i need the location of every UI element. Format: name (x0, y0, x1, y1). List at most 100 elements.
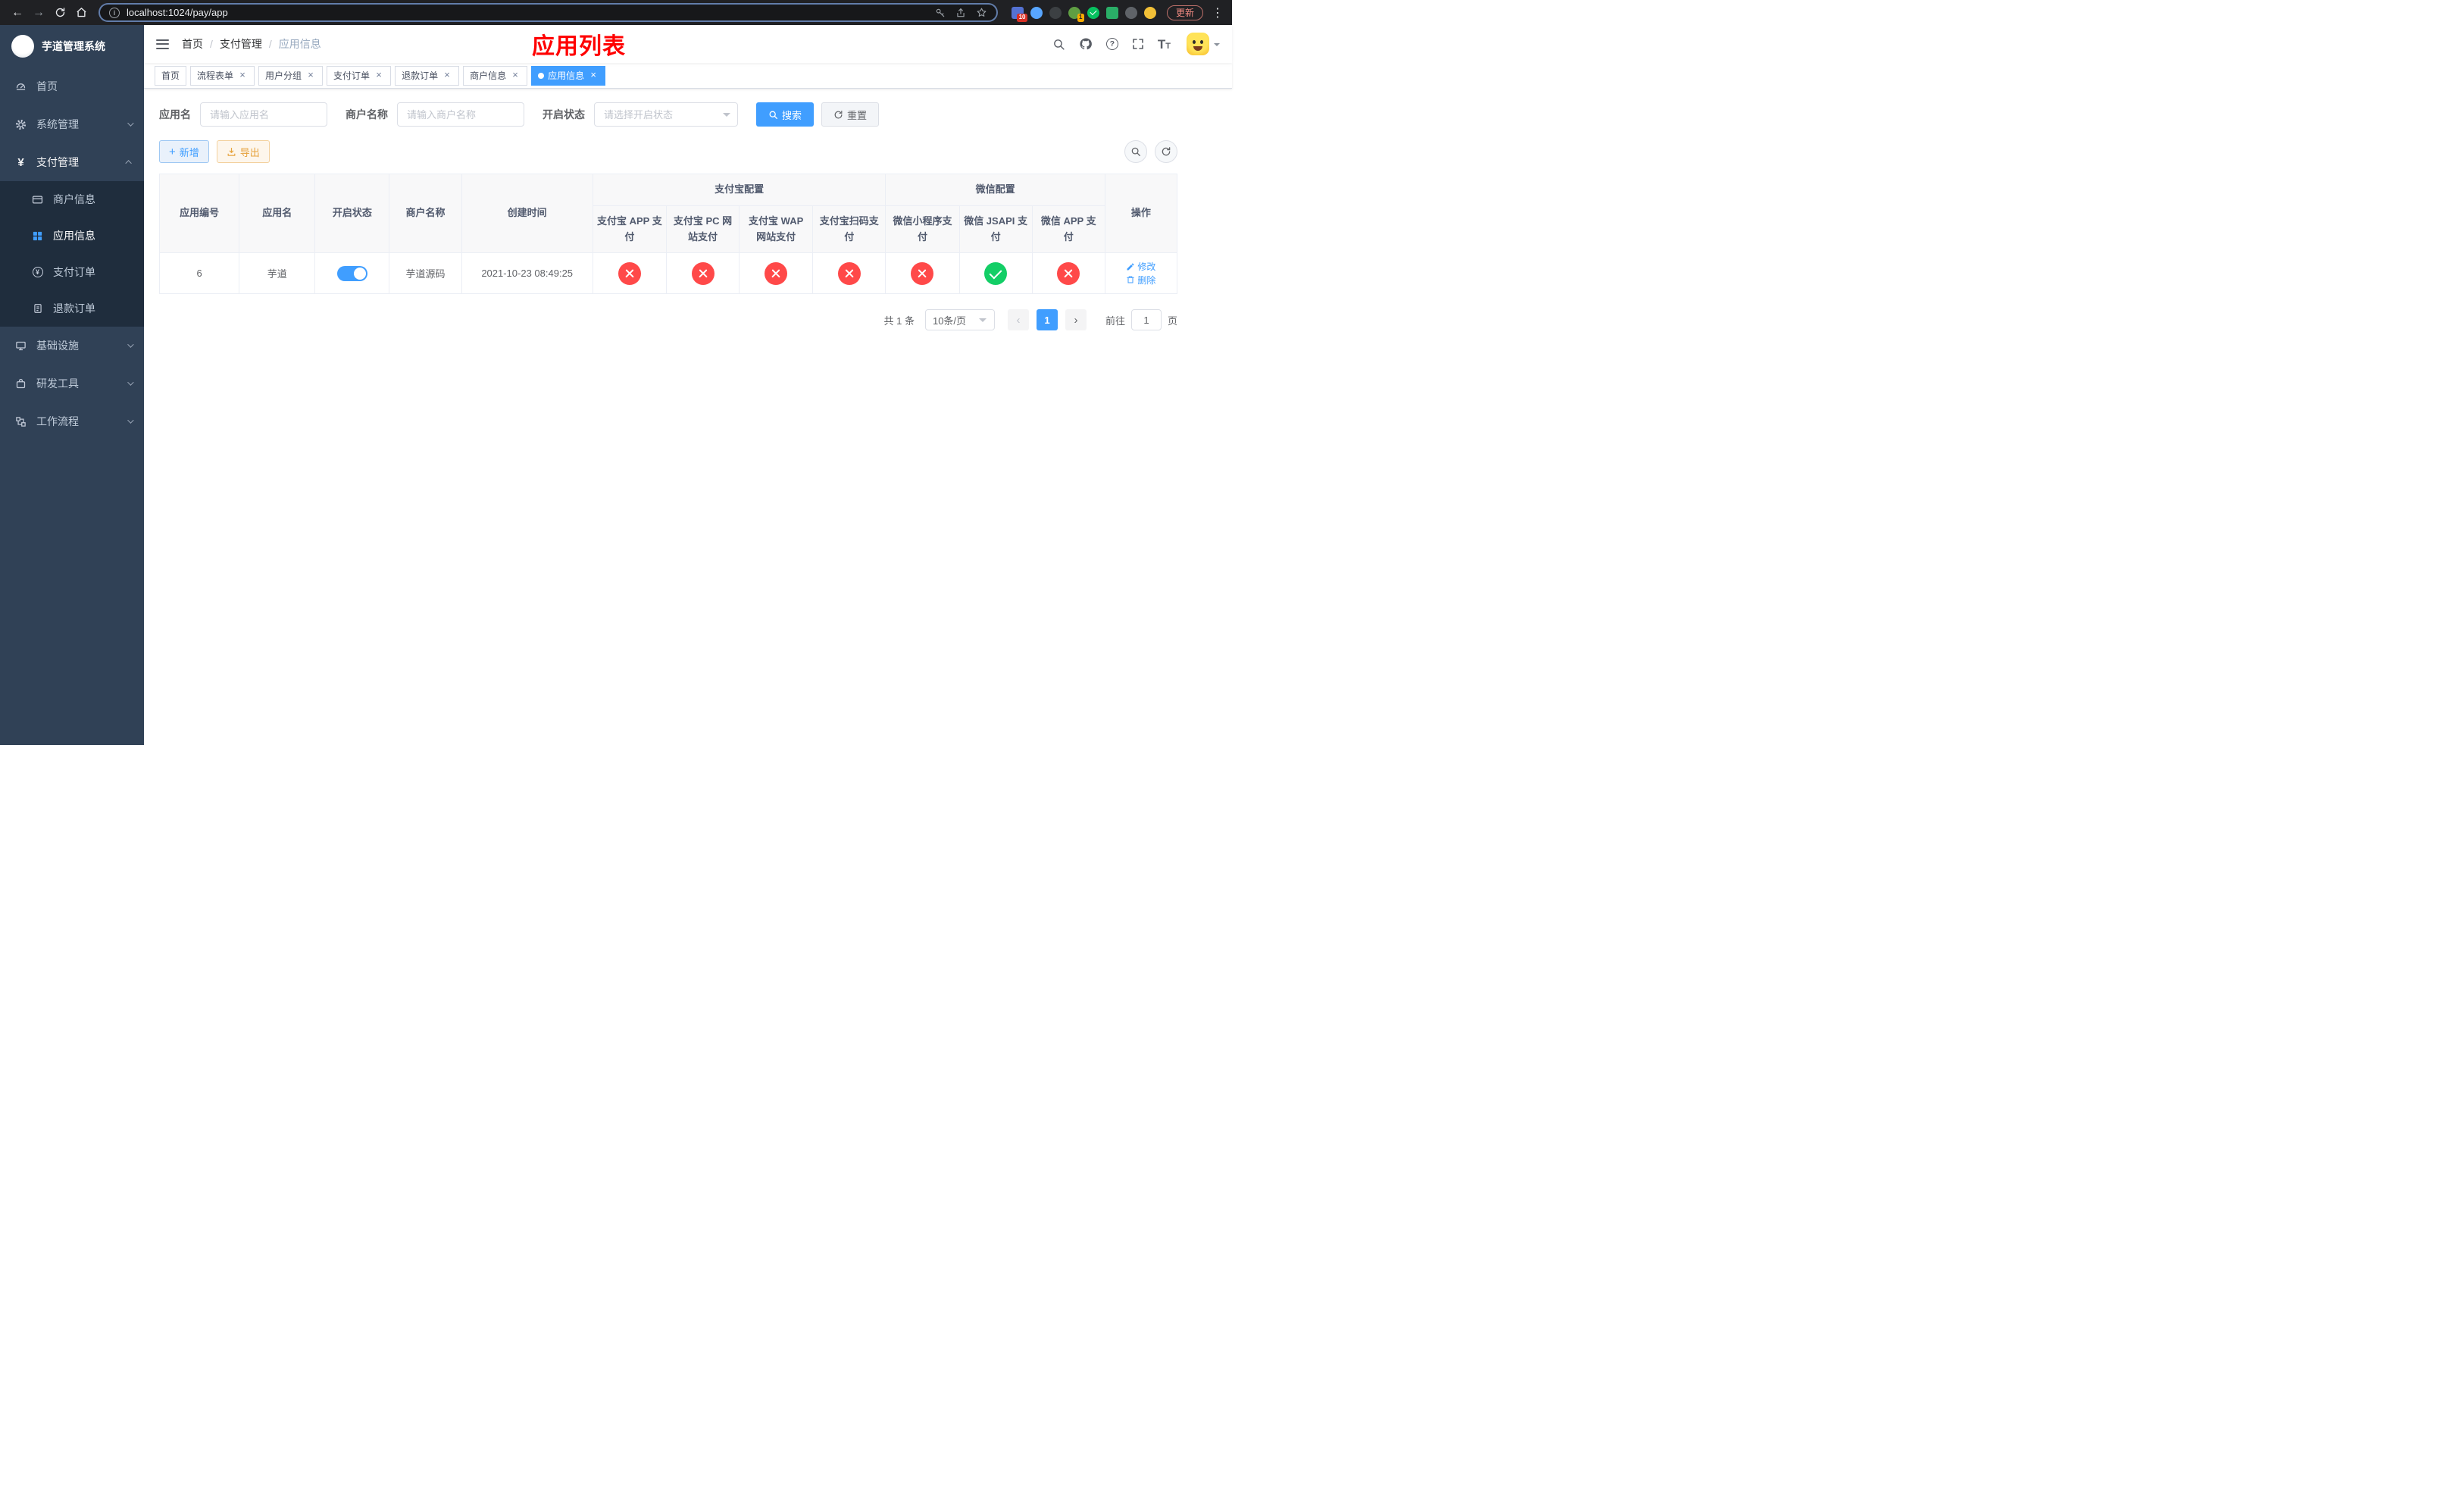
close-icon[interactable]: × (510, 70, 521, 81)
toolbox-icon (14, 378, 27, 390)
chevron-down-icon (127, 379, 134, 386)
tab-refund-orders[interactable]: 退款订单 × (395, 65, 460, 86)
add-button[interactable]: + 新增 (159, 140, 209, 163)
sidebar-item-dev-tools[interactable]: 研发工具 (0, 365, 144, 402)
col-wx-app: 微信 APP 支付 (1031, 205, 1105, 253)
browser-menu-icon[interactable]: ⋮ (1211, 5, 1224, 20)
bookmark-star-icon[interactable] (976, 7, 987, 18)
help-icon[interactable]: ? (1099, 38, 1125, 50)
user-avatar (1187, 33, 1209, 55)
tab-home[interactable]: 首页 (155, 65, 187, 86)
browser-back-button[interactable]: ← (8, 3, 27, 23)
sidebar-item-refund-orders[interactable]: 退款订单 (0, 290, 144, 327)
status-toggle[interactable] (336, 265, 367, 281)
home-icon (76, 8, 86, 17)
tab-pay-orders[interactable]: 支付订单 × (327, 65, 392, 86)
document-icon (31, 303, 44, 314)
pagination: 共 1 条 10条/页 ‹ 1 › 前往 页 (159, 309, 1177, 330)
extension-icon-7[interactable] (1124, 6, 1137, 19)
status-select[interactable] (594, 102, 738, 127)
credit-card-icon (31, 194, 44, 205)
close-icon[interactable]: × (588, 70, 599, 81)
col-created: 创建时间 (461, 174, 593, 253)
edit-button[interactable]: 修改 (1126, 260, 1155, 273)
workflow-icon (14, 416, 27, 427)
sidebar-item-app-info[interactable]: 应用信息 (0, 218, 144, 254)
extension-icon-6[interactable] (1105, 6, 1118, 19)
header-search-icon[interactable] (1046, 38, 1072, 51)
reset-button[interactable]: 重置 (821, 102, 880, 127)
tab-process-form[interactable]: 流程表单 × (190, 65, 255, 86)
user-menu[interactable] (1177, 33, 1223, 55)
table-row: 6 芋道 芋道源码 2021-10-23 08:49:25 修改 删除 (158, 252, 1178, 294)
alipay-app-status-icon (618, 261, 641, 285)
toggle-search-button[interactable] (1124, 140, 1147, 163)
sidebar-item-merchant-info[interactable]: 商户信息 (0, 181, 144, 218)
page-number-1[interactable]: 1 (1036, 309, 1058, 330)
extension-icon-1[interactable]: 10 (1011, 6, 1027, 22)
extension-icon-3[interactable] (1049, 6, 1062, 19)
tab-merchant-info[interactable]: 商户信息 × (463, 65, 528, 86)
delete-button[interactable]: 删除 (1126, 274, 1155, 286)
app-name-label: 应用名 (159, 108, 191, 121)
prev-page-button[interactable]: ‹ (1007, 309, 1029, 330)
extension-icon-5[interactable] (1087, 6, 1099, 19)
url-text[interactable]: localhost:1024/pay/app (127, 7, 928, 18)
status-label: 开启状态 (543, 108, 585, 121)
export-button[interactable]: 导出 (216, 140, 270, 163)
share-icon[interactable] (955, 8, 966, 18)
breadcrumb-payment[interactable]: 支付管理 (220, 36, 262, 52)
browser-forward-button[interactable]: → (29, 3, 48, 23)
plus-icon: + (169, 145, 176, 158)
alipay-wap-status-icon (765, 261, 788, 285)
download-icon (227, 147, 236, 156)
merchant-name-label: 商户名称 (346, 108, 388, 121)
sidebar-item-pay-orders[interactable]: ¥ 支付订单 (0, 254, 144, 290)
password-key-icon[interactable] (935, 8, 946, 18)
search-icon (1131, 147, 1140, 156)
goto-page-input[interactable] (1130, 309, 1162, 330)
sidebar-toggle-icon[interactable] (144, 25, 182, 63)
tags-view: 首页 流程表单 × 用户分组 × 支付订单 × 退款订单 × 商户信息 × 应用信息 × (144, 63, 1232, 89)
refresh-table-button[interactable] (1155, 140, 1177, 163)
sidebar-item-payment[interactable]: ¥ 支付管理 (0, 143, 144, 181)
search-button[interactable]: 搜索 (756, 102, 815, 127)
sidebar-item-system[interactable]: 系统管理 (0, 105, 144, 143)
fullscreen-icon[interactable] (1125, 38, 1151, 50)
tab-app-info[interactable]: 应用信息 × (531, 65, 606, 86)
browser-refresh-button[interactable] (50, 3, 70, 23)
col-app-id: 应用编号 (158, 174, 240, 253)
close-icon[interactable]: × (442, 70, 452, 81)
profile-extension-icon[interactable]: 1 (1068, 6, 1084, 22)
merchant-name-input[interactable] (397, 102, 524, 127)
sidebar: 芋道管理系统 首页 系统管理 ¥ 支付管理 商户信息 应用信息 ¥ 支付订单 退… (0, 25, 144, 745)
col-alipay-qr: 支付宝扫码支付 (812, 205, 886, 253)
page-size-select[interactable]: 10条/页 (924, 309, 995, 330)
app-name-input[interactable] (200, 102, 327, 127)
close-icon[interactable]: × (374, 70, 384, 81)
monitor-icon (14, 340, 27, 352)
goto-suffix: 页 (1167, 315, 1177, 327)
refresh-icon (55, 8, 64, 17)
extension-icon-8[interactable] (1143, 6, 1156, 19)
browser-home-button[interactable] (71, 3, 91, 23)
sidebar-item-workflow[interactable]: 工作流程 (0, 402, 144, 440)
grid-icon (31, 230, 44, 242)
font-size-icon[interactable]: TT (1151, 38, 1177, 51)
close-icon[interactable]: × (305, 70, 316, 81)
next-page-button[interactable]: › (1065, 309, 1087, 330)
status-select-input[interactable] (594, 102, 738, 127)
app-logo[interactable]: 芋道管理系统 (0, 25, 144, 67)
address-bar[interactable]: i localhost:1024/pay/app (98, 3, 998, 22)
site-info-icon[interactable]: i (109, 7, 120, 18)
extension-icon-2[interactable] (1030, 6, 1043, 19)
chevron-down-icon (127, 341, 134, 348)
browser-update-button[interactable]: 更新 (1166, 5, 1203, 20)
sidebar-item-home[interactable]: 首页 (0, 67, 144, 105)
close-icon[interactable]: × (237, 70, 248, 81)
breadcrumb-home[interactable]: 首页 (182, 36, 203, 52)
active-dot (538, 72, 545, 79)
github-icon[interactable] (1072, 37, 1099, 51)
tab-user-group[interactable]: 用户分组 × (258, 65, 324, 86)
sidebar-item-infrastructure[interactable]: 基础设施 (0, 327, 144, 365)
